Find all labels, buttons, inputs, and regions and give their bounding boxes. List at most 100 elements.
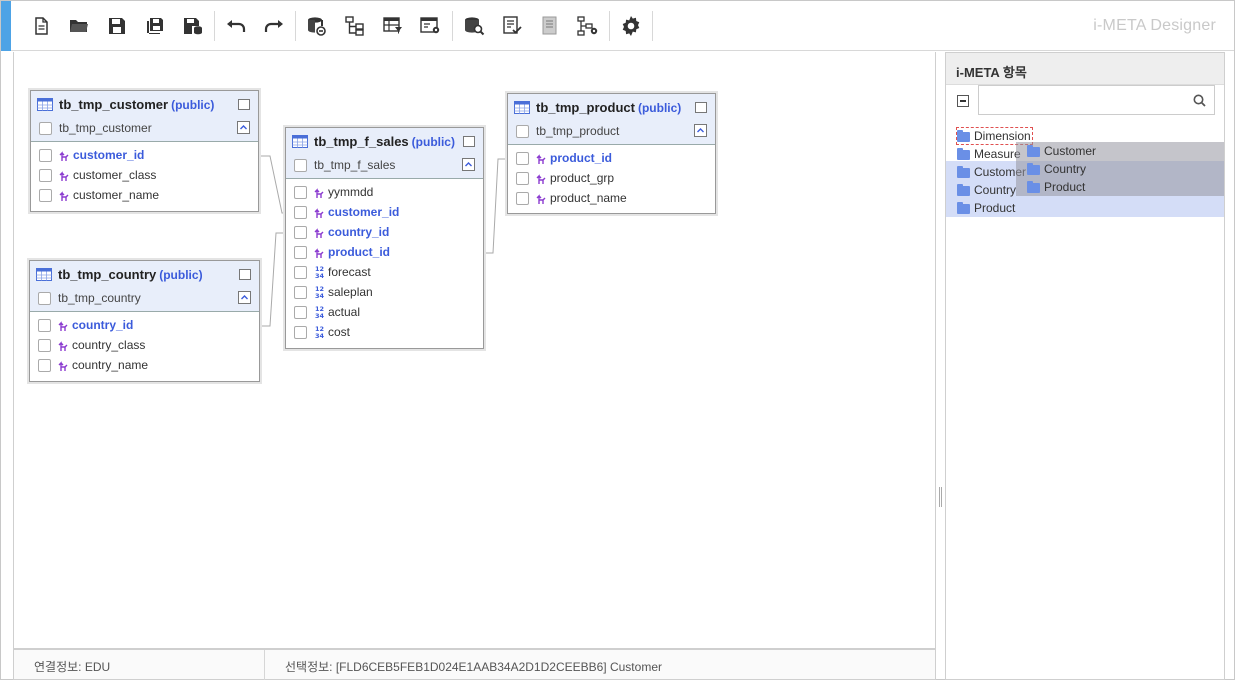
column-checkbox[interactable]: [294, 226, 307, 239]
column-checkbox[interactable]: [294, 306, 307, 319]
gear-icon[interactable]: [616, 11, 646, 41]
table-node-country[interactable]: tb_tmp_country (public) tb_tmp_country co…: [29, 260, 260, 382]
collapse-button[interactable]: [237, 121, 250, 134]
window-settings-icon[interactable]: [416, 11, 446, 41]
chevron-up-icon: [697, 128, 704, 133]
column-checkbox[interactable]: [39, 149, 52, 162]
new-file-icon[interactable]: [26, 11, 56, 41]
table-node-f-sales[interactable]: tb_tmp_f_sales (public) tb_tmp_f_sales yy…: [285, 127, 484, 349]
folder-icon: [957, 202, 970, 214]
column-row[interactable]: customer_name: [31, 185, 258, 205]
column-checkbox[interactable]: [516, 152, 529, 165]
items-tree: Dimension Measure Customer Country Produ…: [946, 125, 1224, 219]
column-name: country_class: [72, 338, 146, 352]
column-checkbox[interactable]: [294, 286, 307, 299]
chevron-up-icon: [465, 162, 472, 167]
toolbar-separator: [452, 11, 453, 41]
column-checkbox[interactable]: [294, 206, 307, 219]
table-icon: [36, 268, 52, 281]
chevron-up-icon: [241, 295, 248, 300]
table-alias-checkbox[interactable]: [38, 292, 51, 305]
folder-icon: [957, 148, 970, 160]
accent-bar: [1, 1, 11, 51]
app-title: i-META Designer: [1093, 17, 1216, 34]
save-db-icon[interactable]: [178, 11, 208, 41]
diagram-canvas[interactable]: tb_tmp_customer (public) tb_tmp_customer …: [13, 52, 936, 649]
tree-item-country[interactable]: Country: [946, 181, 1016, 199]
checklist-icon[interactable]: [497, 11, 527, 41]
column-row[interactable]: 12 34 forecast: [286, 262, 483, 282]
column-name: saleplan: [328, 285, 373, 299]
open-folder-icon[interactable]: [64, 11, 94, 41]
column-row[interactable]: product_grp: [508, 168, 715, 188]
column-name: product_grp: [550, 171, 615, 185]
folder-icon: [1027, 145, 1040, 157]
column-checkbox[interactable]: [294, 326, 307, 339]
collapse-button[interactable]: [694, 124, 707, 137]
column-checkbox[interactable]: [39, 189, 52, 202]
column-name: yymmdd: [328, 185, 374, 199]
column-checkbox[interactable]: [516, 192, 529, 205]
table-alias: tb_tmp_product: [536, 124, 620, 138]
db-search-icon[interactable]: [459, 11, 489, 41]
tree-item-product[interactable]: Product: [946, 199, 1015, 217]
panel-splitter[interactable]: [938, 487, 943, 507]
column-checkbox[interactable]: [294, 186, 307, 199]
column-row[interactable]: customer_class: [31, 165, 258, 185]
save-icon[interactable]: [102, 11, 132, 41]
search-input[interactable]: [979, 86, 1189, 114]
column-row[interactable]: country_class: [30, 335, 259, 355]
column-row[interactable]: product_name: [508, 188, 715, 208]
key-column-icon: [59, 191, 69, 201]
table-options-button[interactable]: [238, 99, 250, 110]
column-row[interactable]: customer_id: [31, 145, 258, 165]
column-row[interactable]: country_id: [30, 315, 259, 335]
table-node-product[interactable]: tb_tmp_product (public) tb_tmp_product pr…: [507, 93, 716, 214]
table-options-button[interactable]: [239, 269, 251, 280]
table-options-button[interactable]: [695, 102, 707, 113]
tree-item-measure[interactable]: Measure: [946, 145, 1021, 163]
table-schema: (public): [171, 98, 215, 112]
table-filter-icon[interactable]: [378, 11, 408, 41]
column-checkbox[interactable]: [38, 359, 51, 372]
column-row[interactable]: product_id: [508, 148, 715, 168]
column-row[interactable]: product_id: [286, 242, 483, 262]
collapse-button[interactable]: [238, 291, 251, 304]
tree-settings-icon[interactable]: [573, 11, 603, 41]
hierarchy-icon[interactable]: [340, 11, 370, 41]
selection-info: 선택정보: [FLD6CEB5FEB1D024E1AAB34A2D1D2CEEB…: [285, 660, 662, 674]
column-checkbox[interactable]: [38, 339, 51, 352]
table-alias-checkbox[interactable]: [516, 125, 529, 138]
column-row[interactable]: customer_id: [286, 202, 483, 222]
collapse-all-button[interactable]: [957, 95, 969, 107]
toolbar-separator: [214, 11, 215, 41]
column-row[interactable]: country_name: [30, 355, 259, 375]
tree-item-customer[interactable]: Customer: [946, 163, 1026, 181]
collapse-button[interactable]: [462, 158, 475, 171]
column-checkbox[interactable]: [516, 172, 529, 185]
document-icon[interactable]: [535, 11, 565, 41]
column-checkbox[interactable]: [294, 266, 307, 279]
column-checkbox[interactable]: [294, 246, 307, 259]
table-node-customer[interactable]: tb_tmp_customer (public) tb_tmp_customer …: [30, 90, 259, 212]
tree-item-label: Country: [974, 183, 1017, 197]
table-options-button[interactable]: [463, 136, 475, 147]
folder-icon: [957, 166, 970, 178]
column-row[interactable]: 12 34 saleplan: [286, 282, 483, 302]
chevron-up-icon: [240, 125, 247, 130]
imeta-items-panel: i-META 항목 Dimension Measure Customer Cou…: [945, 52, 1225, 680]
column-row[interactable]: country_id: [286, 222, 483, 242]
db-link-icon[interactable]: [302, 11, 332, 41]
column-row[interactable]: 12 34 cost: [286, 322, 483, 342]
column-row[interactable]: 12 34 actual: [286, 302, 483, 322]
table-alias-checkbox[interactable]: [39, 122, 52, 135]
save-all-icon[interactable]: [140, 11, 170, 41]
undo-icon[interactable]: [221, 11, 251, 41]
column-checkbox[interactable]: [38, 319, 51, 332]
numeric-column-icon: 1234: [315, 265, 325, 279]
column-row[interactable]: yymmdd: [286, 182, 483, 202]
redo-icon[interactable]: [259, 11, 289, 41]
table-alias-checkbox[interactable]: [294, 159, 307, 172]
search-icon[interactable]: [1193, 94, 1206, 107]
column-checkbox[interactable]: [39, 169, 52, 182]
